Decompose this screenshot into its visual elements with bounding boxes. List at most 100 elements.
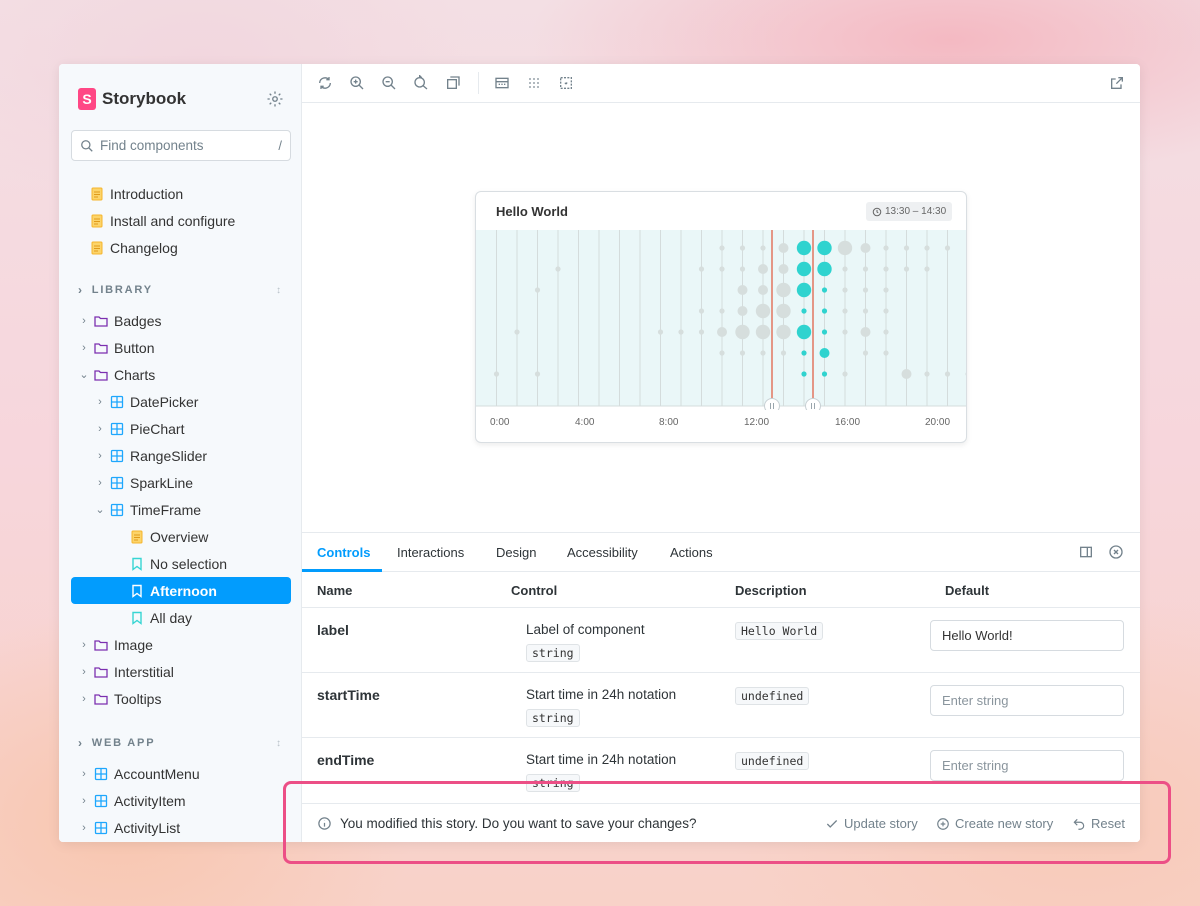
sidebar-item-label: PieChart (130, 420, 185, 437)
folder-icon (94, 369, 108, 381)
activity-bubble (862, 266, 869, 272)
chevron-right-icon: › (82, 692, 86, 705)
expand-collapse-icon[interactable]: ↕ (276, 738, 283, 749)
bookmark-icon (132, 611, 142, 625)
sidebar-item-label: Introduction (110, 185, 184, 202)
sidebar-item-activityitem[interactable]: › ActivityItem (78, 787, 186, 814)
timeframe-chart[interactable] (476, 230, 967, 410)
folder-icon (94, 693, 108, 705)
sidebar-item-button[interactable]: › Button (78, 334, 154, 361)
activity-bubble (801, 371, 807, 377)
section-web-app[interactable]: › WEB APP ↕ (78, 736, 281, 750)
section-label: WEB APP (91, 737, 156, 749)
sidebar-item-tooltips[interactable]: › Tooltips (78, 685, 161, 712)
background-icon[interactable] (445, 75, 461, 91)
sidebar-item-afternoon[interactable]: Afternoon (130, 577, 217, 604)
activity-bubble (817, 240, 832, 256)
table-row: label Label of component string Hello Wo… (302, 608, 1140, 673)
table-row: startTime Start time in 24h notation str… (302, 673, 1140, 738)
sidebar-item-datepicker[interactable]: › DatePicker (94, 388, 198, 415)
sidebar-item-all-day[interactable]: All day (130, 604, 192, 631)
sidebar-item-introduction[interactable]: Introduction (90, 180, 183, 207)
activity-bubble (758, 264, 768, 274)
activity-bubble (755, 324, 771, 340)
column-default: Default (945, 583, 990, 598)
end-time-input[interactable] (930, 750, 1124, 781)
sidebar-item-overview[interactable]: Overview (130, 523, 208, 550)
close-icon[interactable] (1108, 544, 1124, 560)
label-input[interactable] (930, 620, 1124, 651)
zoom-out-icon[interactable] (381, 75, 397, 91)
component-icon (94, 794, 108, 807)
zoom-reset-icon[interactable] (413, 75, 429, 91)
panel-orientation-icon[interactable] (1078, 544, 1094, 560)
component-icon (94, 821, 108, 834)
viewport-icon[interactable] (494, 75, 510, 91)
sidebar-item-piechart[interactable]: › PieChart (94, 415, 184, 442)
activity-bubble (842, 287, 848, 293)
activity-bubble (901, 369, 912, 379)
sidebar-item-label: Install and configure (110, 212, 236, 229)
expand-collapse-icon[interactable]: ↕ (276, 285, 283, 296)
arg-name: endTime (317, 752, 375, 768)
folder-icon (94, 342, 108, 354)
sidebar-item-interstitial[interactable]: › Interstitial (78, 658, 174, 685)
sidebar-item-no-selection[interactable]: No selection (130, 550, 227, 577)
sidebar-item-changelog[interactable]: Changelog (90, 234, 178, 261)
search-input[interactable] (100, 138, 279, 153)
sidebar-item-label: ActivityItem (114, 792, 186, 809)
remount-icon[interactable] (317, 75, 333, 91)
activity-bubble (842, 329, 848, 335)
activity-bubble (860, 327, 871, 337)
sidebar-item-accountmenu[interactable]: › AccountMenu (78, 760, 199, 787)
sidebar-item-install-and-configure[interactable]: Install and configure (90, 207, 235, 234)
arg-description: Label of component (526, 622, 645, 637)
component-icon (110, 476, 124, 489)
chevron-right-icon: › (82, 821, 86, 834)
tab-interactions[interactable]: Interactions (397, 545, 464, 560)
section-label: LIBRARY (91, 284, 153, 296)
column-description: Description (735, 583, 807, 598)
activity-bubble (883, 350, 889, 356)
sidebar-item-timeframe[interactable]: ⌄ TimeFrame (94, 496, 201, 523)
activity-bubble (801, 350, 807, 356)
grid-icon[interactable] (526, 75, 542, 91)
chevron-down-icon: ⌄ (79, 369, 89, 381)
chevron-right-icon: › (78, 283, 84, 297)
gear-icon[interactable] (266, 90, 284, 108)
sidebar-item-charts[interactable]: ⌄ Charts (78, 361, 155, 388)
tab-controls[interactable]: Controls (317, 545, 370, 560)
start-time-input[interactable] (930, 685, 1124, 716)
story-canvas: Hello World 13:30 – 14:30 0:00 4:00 8:00 12… (302, 103, 1140, 532)
zoom-in-icon[interactable] (349, 75, 365, 91)
sidebar-item-sparkline[interactable]: › SparkLine (94, 469, 193, 496)
controls-table-header: Name Control Description Default (302, 572, 1140, 608)
sidebar-item-rangeslider[interactable]: › RangeSlider (94, 442, 207, 469)
sidebar-item-badges[interactable]: › Badges (78, 307, 161, 334)
section-library[interactable]: › LIBRARY ↕ (78, 283, 281, 297)
activity-bubble (719, 308, 725, 314)
activity-bubble (860, 243, 871, 253)
activity-bubble (944, 245, 951, 251)
sidebar-item-image[interactable]: › Image (78, 631, 153, 658)
chevron-right-icon: › (82, 767, 86, 780)
activity-bubble (837, 240, 853, 256)
brand[interactable]: S Storybook (78, 88, 186, 110)
tab-design[interactable]: Design (496, 545, 536, 560)
clock-icon (872, 207, 882, 216)
tab-actions[interactable]: Actions (670, 545, 713, 560)
activity-bubble (842, 266, 848, 272)
activity-bubble (719, 266, 725, 272)
activity-bubble (817, 261, 832, 277)
component-icon (110, 395, 124, 408)
sidebar-item-activitylist[interactable]: › ActivityList (78, 814, 180, 841)
activity-bubble (796, 324, 812, 340)
arg-default: Hello World (735, 622, 824, 640)
tab-accessibility[interactable]: Accessibility (567, 545, 638, 560)
outline-icon[interactable] (558, 75, 574, 91)
activity-bubble (862, 350, 869, 356)
chevron-right-icon: › (98, 422, 102, 435)
activity-bubble (698, 308, 705, 314)
open-new-tab-icon[interactable] (1109, 75, 1125, 91)
time-tick-label: 12:00 (744, 417, 770, 428)
